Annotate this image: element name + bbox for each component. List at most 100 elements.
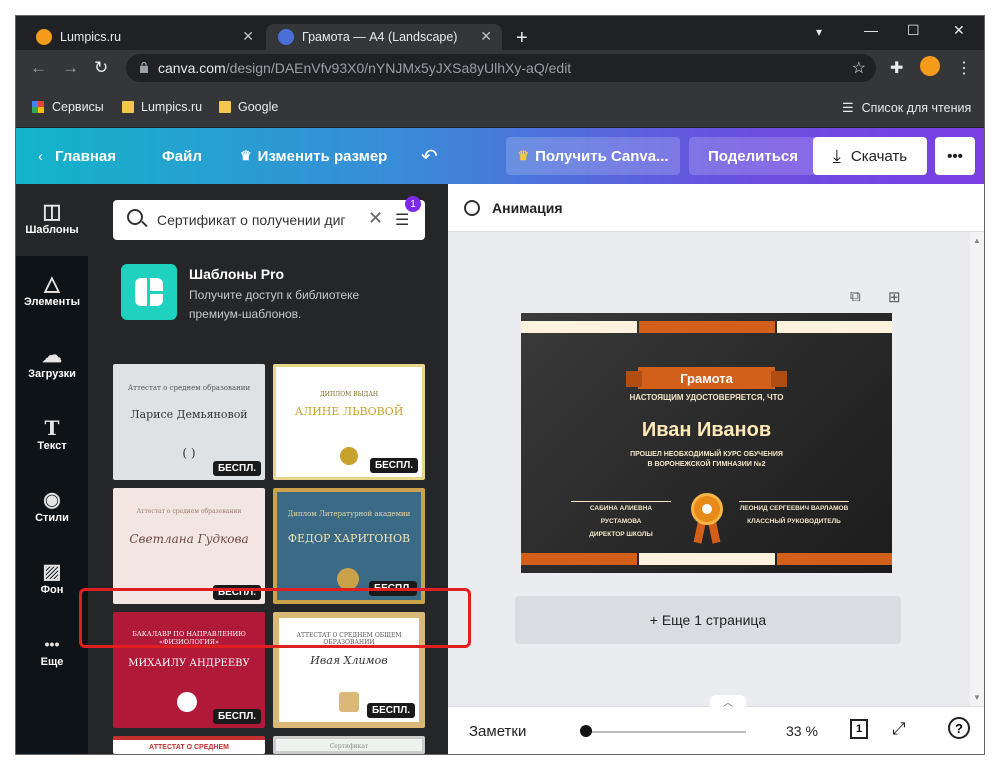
rail-templates[interactable]: ◫ Шаблоны (16, 184, 88, 256)
template-heading: Диплом Литературной академии (287, 510, 411, 518)
certificate-title: Грамота (680, 370, 733, 386)
add-page-button[interactable]: + Еще 1 страница (515, 596, 901, 644)
template-name: Ларисе Демьяновой (130, 408, 248, 421)
rail-uploads[interactable]: ☁ Загрузки (16, 328, 88, 400)
url-path: /design/DAEnVfv93X0/nYNJMx5yJXSa8yUlhXy-… (225, 60, 572, 76)
free-badge: БЕСПЛ. (369, 458, 418, 473)
accent-bar (639, 321, 775, 333)
minimize-icon[interactable]: — (864, 22, 878, 38)
profile-avatar[interactable] (920, 56, 940, 76)
zoom-slider-handle[interactable] (580, 725, 592, 737)
resize-label: Изменить размер (257, 147, 388, 165)
canva-favicon-icon (278, 29, 294, 45)
download-button[interactable]: ⤓ Скачать (813, 137, 927, 175)
lumpics-favicon-icon (36, 29, 52, 45)
lock-icon (140, 61, 148, 73)
certificate-line3: В ВОРОНЕЖСКОЙ ГИМНАЗИИ №2 (647, 461, 766, 468)
rail-label: Еще (40, 656, 64, 668)
template-heading: ДИПЛОМ ВЫДАН (319, 391, 379, 398)
cream-bar (521, 321, 637, 333)
file-menu-button[interactable]: Файл (162, 128, 202, 184)
cream-bar (777, 321, 892, 333)
add-page-icon[interactable]: ⊞ (888, 288, 901, 306)
duplicate-page-icon[interactable]: ⧉ (850, 288, 861, 305)
clear-search-icon[interactable]: ✕ (368, 208, 383, 229)
reading-list[interactable]: ☰ Список для чтения (842, 100, 971, 116)
filter-icon[interactable]: ☰ (395, 210, 409, 230)
new-tab-icon[interactable]: + (516, 28, 528, 48)
tab-canva[interactable]: Грамота — A4 (Landscape) ✕ (266, 24, 502, 50)
resize-button[interactable]: ♛ Изменить размер (240, 128, 387, 184)
template-card[interactable]: АТТЕСТАТ О СРЕДНЕМ ОБЩЕМ ОБРАЗОВАНИИ Ива… (273, 612, 425, 728)
page-count-button[interactable]: 1 (850, 719, 868, 739)
expand-footer-icon[interactable]: ︿ (710, 695, 746, 709)
editor-footer: ︿ Заметки 33 % 1 ⤢ ? (448, 695, 984, 754)
template-card[interactable]: Аттестат о среднем образовании Светлана … (113, 488, 265, 604)
tab-lumpics[interactable]: Lumpics.ru ✕ (24, 24, 264, 50)
close-window-icon[interactable]: ✕ (953, 22, 965, 39)
background-pattern-icon: ▨ (42, 561, 62, 583)
template-search-input[interactable]: Сертификат о получении диг ✕ ☰ 1 (113, 196, 425, 240)
share-button[interactable]: Поделиться (689, 137, 817, 175)
crown-icon: ♛ (517, 148, 530, 163)
zoom-value[interactable]: 33 % (786, 723, 818, 739)
scroll-down-icon[interactable]: ▼ (973, 693, 981, 702)
pro-templates-banner[interactable]: Шаблоны Pro Получите доступ к библиотеке… (121, 264, 421, 324)
rail-background[interactable]: ▨ Фон (16, 544, 88, 616)
address-bar[interactable]: canva.com/design/DAEnVfv93X0/nYNJMx5yJXS… (126, 54, 876, 82)
folder-icon (219, 101, 231, 113)
scroll-up-icon[interactable]: ▲ (973, 236, 981, 245)
template-card[interactable]: Аттестат о среднем образовании Ларисе Де… (113, 364, 265, 480)
bookmark-google[interactable]: Google (219, 100, 278, 114)
vertical-scrollbar[interactable]: ▲ ▼ (970, 232, 984, 706)
share-label: Поделиться (707, 147, 799, 165)
rail-text[interactable]: T Текст (16, 400, 88, 472)
back-icon[interactable]: ← (30, 59, 47, 77)
template-name: МИХАИЛУ АНДРЕЕВУ (128, 658, 250, 669)
rail-label: Фон (40, 584, 64, 596)
forward-icon[interactable]: → (62, 59, 79, 77)
template-card[interactable]: Сертификат (273, 736, 425, 754)
zoom-slider[interactable] (586, 731, 746, 733)
home-label: Главная (55, 147, 117, 165)
rail-styles[interactable]: ◉ Стили (16, 472, 88, 544)
template-card[interactable]: Диплом Литературной академии ФЕДОР ХАРИТ… (273, 488, 425, 604)
template-card[interactable]: ДИПЛОМ ВЫДАН АЛИНЕ ЛЬВОВОЙ БЕСПЛ. (273, 364, 425, 480)
more-icon: ••• (947, 147, 963, 165)
template-card[interactable]: БАКАЛАВР ПО НАПРАВЛЕНИЮ «ФИЗИОЛОГИЯ» МИХ… (113, 612, 265, 728)
rail-more[interactable]: ••• Еще (16, 616, 88, 688)
orange-medal-icon (691, 493, 723, 525)
bookmark-label: Lumpics.ru (141, 100, 203, 114)
more-options-button[interactable]: ••• (935, 137, 975, 175)
rail-elements[interactable]: △ Элементы (16, 256, 88, 328)
bookmark-services[interactable]: Сервисы (32, 100, 104, 114)
chevron-left-icon: ‹ (38, 147, 43, 165)
certificate-line1: НАСТОЯЩИМ УДОСТОВЕРЯЕТСЯ, ЧТО (629, 393, 784, 402)
reload-icon[interactable]: ↻ (94, 59, 108, 77)
toolbar: ← → ↻ canva.com/design/DAEnVfv93X0/nYNJM… (16, 50, 984, 88)
accent-bar (777, 553, 892, 565)
animation-button[interactable]: Анимация (448, 184, 984, 232)
fullscreen-icon[interactable]: ⤢ (892, 719, 906, 739)
template-card[interactable]: АТТЕСТАТ О СРЕДНЕМ (113, 736, 265, 754)
signature-left-role: ДИРЕКТОР ШКОЛЫ (589, 531, 653, 538)
templates-panel: Сертификат о получении диг ✕ ☰ 1 Шаблоны… (88, 184, 448, 754)
browser-menu-icon[interactable]: ⋮ (956, 58, 972, 78)
maximize-icon[interactable]: ☐ (907, 22, 920, 39)
add-page-label: + Еще 1 страница (649, 612, 767, 628)
notes-button[interactable]: Заметки (469, 723, 526, 740)
close-tab-icon[interactable]: ✕ (242, 28, 254, 45)
extensions-puzzle-icon[interactable]: ✚ (890, 58, 903, 78)
certificate-page[interactable]: Грамота НАСТОЯЩИМ УДОСТОВЕРЯЕТСЯ, ЧТО Ив… (521, 313, 892, 573)
tab-bar: Lumpics.ru ✕ Грамота — A4 (Landscape) ✕ … (16, 16, 984, 50)
tab-search-icon[interactable]: ▾ (816, 25, 822, 39)
close-tab-icon[interactable]: ✕ (480, 28, 492, 45)
help-button[interactable]: ? (948, 717, 970, 739)
undo-icon[interactable]: ↶ (421, 128, 438, 184)
template-heading: Аттестат о среднем образовании (136, 508, 242, 515)
bookmark-lumpics[interactable]: Lumpics.ru (122, 100, 202, 114)
bookmark-star-icon[interactable]: ☆ (852, 58, 866, 78)
get-canva-pro-button[interactable]: ♛ Получить Canva... (506, 137, 680, 175)
tab-title: Грамота — A4 (Landscape) (302, 30, 458, 44)
home-button[interactable]: ‹ Главная (38, 128, 116, 184)
